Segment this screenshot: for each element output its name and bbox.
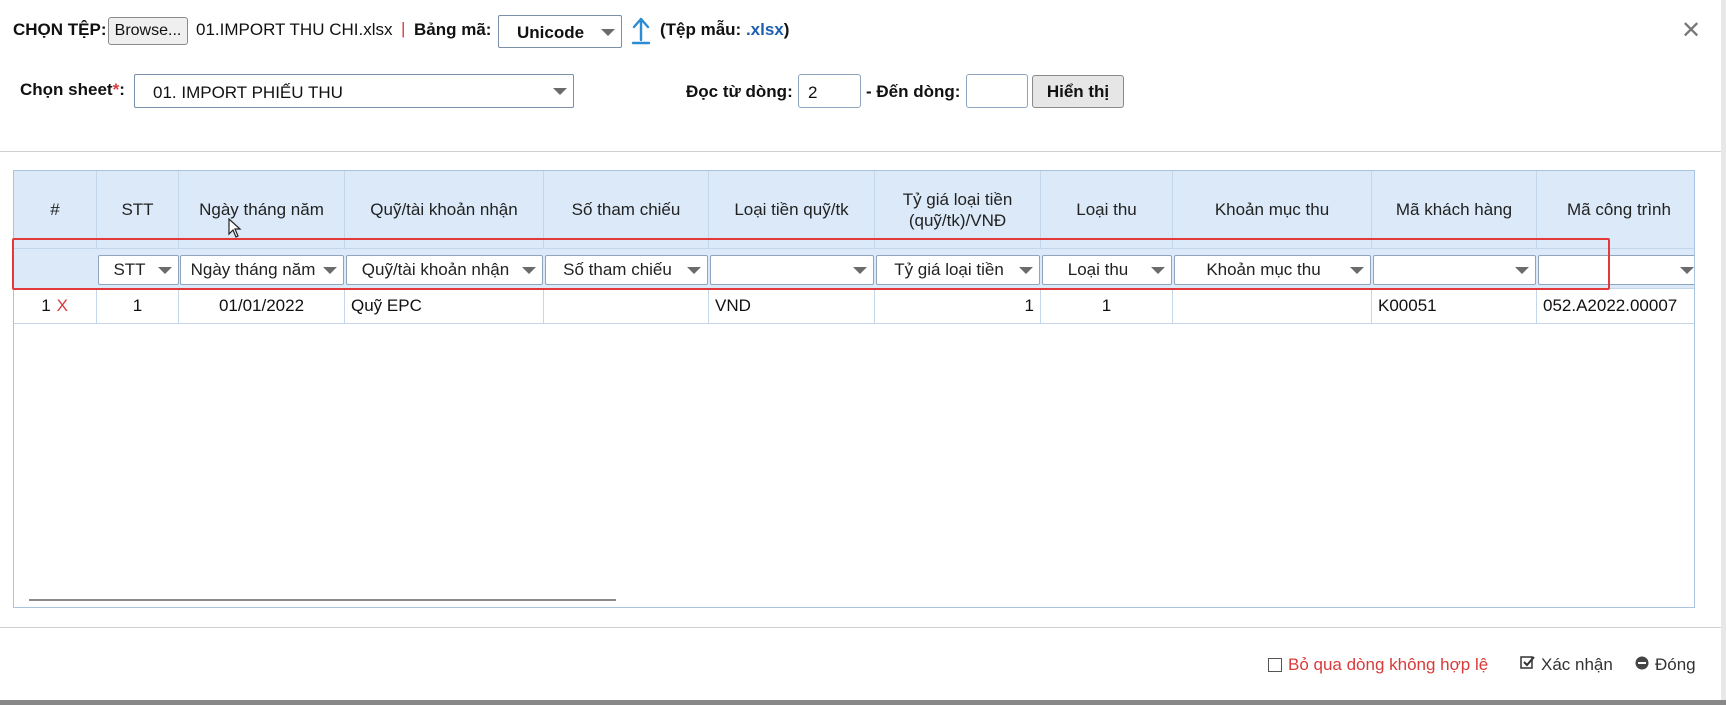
sheet-value: 01. IMPORT PHIẾU THU <box>153 83 343 102</box>
upload-arrow-icon[interactable] <box>630 16 652 46</box>
close-button[interactable]: Đóng <box>1635 655 1696 675</box>
header-cell[interactable]: Quỹ/tài khoản nhận <box>345 171 544 248</box>
delete-row-icon[interactable]: X <box>57 296 68 316</box>
chevron-down-icon <box>1680 267 1694 274</box>
close-icon[interactable]: ✕ <box>1681 16 1701 45</box>
confirm-button[interactable]: Xác nhận <box>1520 655 1613 675</box>
sheet-label: Chọn sheet*: <box>20 80 125 100</box>
to-row-label: - Đến dòng: <box>866 82 961 101</box>
highlight-rectangle <box>12 238 1610 290</box>
horizontal-scrollbar[interactable] <box>29 599 616 601</box>
template-link[interactable]: .xlsx <box>746 20 784 39</box>
vertical-scrollbar-track[interactable] <box>1721 0 1726 705</box>
footer-divider <box>0 627 1726 628</box>
skip-invalid-label: Bỏ qua dòng không hợp lệ <box>1288 655 1489 674</box>
header-cell[interactable]: Loại thu <box>1041 171 1173 248</box>
check-square-icon <box>1520 655 1535 675</box>
from-row-value: 2 <box>808 83 818 102</box>
header-cell[interactable]: Số tham chiếu <box>544 171 709 248</box>
header-cell[interactable]: Ngày tháng năm <box>179 171 345 248</box>
table-cell[interactable] <box>1173 289 1372 323</box>
mouse-cursor-icon <box>228 217 242 238</box>
table-cell[interactable]: 01/01/2022 <box>179 289 345 323</box>
header-cell[interactable]: Khoản mục thu <box>1173 171 1372 248</box>
from-row-label: Đọc từ dòng: <box>686 82 793 101</box>
table-cell[interactable] <box>544 289 709 323</box>
encoding-select[interactable]: Unicode <box>498 15 622 48</box>
confirm-label: Xác nhận <box>1541 655 1613 674</box>
header-cell[interactable]: # <box>14 171 97 248</box>
skip-invalid-option[interactable]: Bỏ qua dòng không hợp lệ <box>1268 655 1488 675</box>
minus-circle-icon <box>1635 655 1649 675</box>
encoding-value: Unicode <box>517 23 585 42</box>
import-grid[interactable]: # STT Ngày tháng năm Quỹ/tài khoản nhận … <box>13 170 1695 608</box>
header-cell[interactable]: Tỷ giá loại tiền (quỹ/tk)/VNĐ <box>875 171 1041 248</box>
table-cell[interactable]: 1 <box>1041 289 1173 323</box>
table-cell[interactable]: Quỹ EPC <box>345 289 544 323</box>
file-name: 01.IMPORT THU CHI.xlsx <box>196 20 393 39</box>
encoding-label: Bảng mã: <box>414 20 492 39</box>
chevron-down-icon <box>601 28 615 36</box>
chevron-down-icon <box>553 88 567 95</box>
header-cell[interactable]: Mã công trình <box>1537 171 1694 248</box>
checkbox-icon[interactable] <box>1268 658 1282 672</box>
header-cell[interactable]: Mã khách hàng <box>1372 171 1537 248</box>
file-label: CHỌN TỆP: <box>13 20 107 39</box>
header-cell[interactable]: Loại tiền quỹ/tk <box>709 171 875 248</box>
table-cell[interactable]: 1 <box>97 289 179 323</box>
separator: | <box>401 19 406 38</box>
table-cell[interactable]: VND <box>709 289 875 323</box>
table-cell[interactable]: 1 <box>875 289 1041 323</box>
table-cell[interactable]: 052.A2022.00007 <box>1537 289 1694 323</box>
browse-button[interactable]: Browse... <box>108 17 188 45</box>
bottom-edge <box>0 700 1726 705</box>
show-button[interactable]: Hiển thị <box>1032 75 1124 108</box>
sheet-label-colon: : <box>119 80 125 99</box>
template-close: ) <box>783 20 790 39</box>
template-info: (Tệp mẫu: .xlsx) <box>660 20 789 40</box>
sheet-select[interactable]: 01. IMPORT PHIẾU THU <box>134 74 574 108</box>
divider <box>0 151 1726 152</box>
header-cell[interactable]: STT <box>97 171 179 248</box>
grid-header: # STT Ngày tháng năm Quỹ/tài khoản nhận … <box>14 171 1694 248</box>
template-open: (Tệp mẫu: <box>660 20 746 39</box>
row-index: 1 <box>41 296 51 315</box>
row-index-cell: 1X <box>14 289 97 323</box>
to-row-input[interactable] <box>966 74 1028 108</box>
table-cell[interactable]: K00051 <box>1372 289 1537 323</box>
close-label: Đóng <box>1655 655 1696 674</box>
table-row[interactable]: 1X 1 01/01/2022 Quỹ EPC VND 1 1 K00051 0… <box>14 288 1694 324</box>
from-row-input[interactable]: 2 <box>798 74 861 108</box>
sheet-label-text: Chọn sheet <box>20 80 113 99</box>
